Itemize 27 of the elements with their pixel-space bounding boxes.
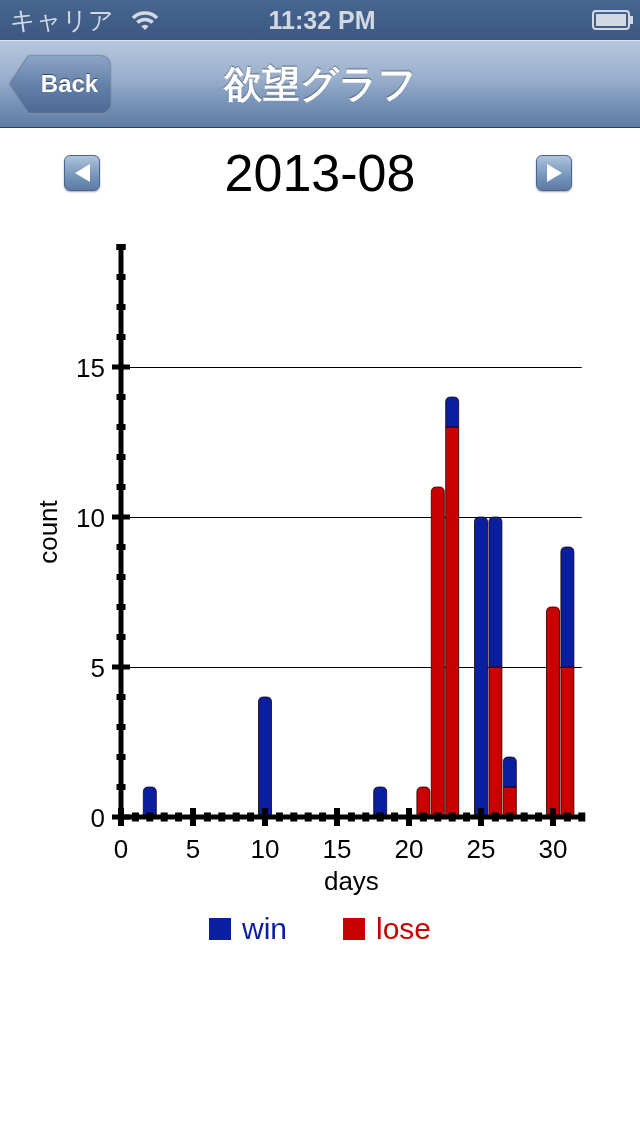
month-label: 2013-08 bbox=[224, 143, 416, 203]
back-button[interactable]: Back bbox=[10, 55, 110, 113]
x-tick-label: 20 bbox=[394, 834, 424, 864]
x-tick-label: 5 bbox=[185, 834, 201, 864]
x-tick-label: 0 bbox=[113, 834, 129, 864]
nav-title: 欲望グラフ bbox=[223, 61, 417, 107]
legend-label: lose bbox=[376, 912, 432, 946]
x-tick-label: 15 bbox=[322, 834, 352, 864]
y-tick-label: 10 bbox=[76, 502, 105, 533]
right-arrow-icon bbox=[546, 164, 562, 182]
next-month-button[interactable] bbox=[536, 155, 572, 191]
previous-month-button[interactable] bbox=[64, 155, 100, 191]
left-arrow-icon bbox=[74, 164, 90, 182]
carrier-name: キャリア bbox=[10, 4, 114, 36]
y-tick-label: 0 bbox=[90, 802, 105, 833]
y-tick-label: 15 bbox=[76, 352, 105, 383]
x-axis-title: days bbox=[323, 866, 379, 896]
wifi-icon bbox=[130, 9, 160, 31]
y-axis-title: count bbox=[33, 500, 63, 564]
x-tick-label: 30 bbox=[538, 834, 568, 864]
x-tick-label: 10 bbox=[250, 834, 280, 864]
legend-label: win bbox=[241, 912, 287, 946]
battery-icon bbox=[592, 10, 634, 30]
status-time: 11:32 PM bbox=[268, 5, 376, 35]
y-tick-label: 5 bbox=[90, 652, 105, 683]
chart-bar bbox=[142, 786, 157, 818]
x-tick-label: 25 bbox=[466, 834, 496, 864]
